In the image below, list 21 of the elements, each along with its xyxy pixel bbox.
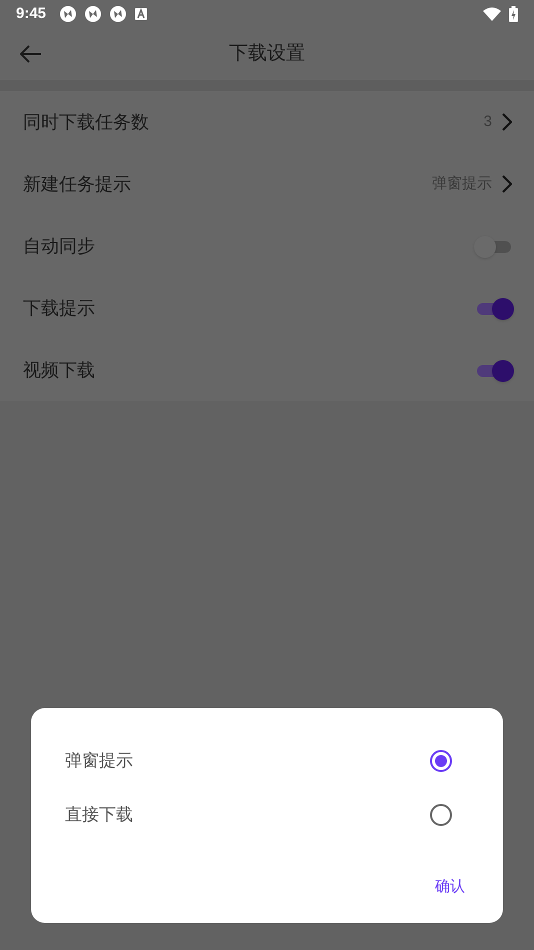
page-title: 下载设置 (229, 42, 305, 66)
radio-option[interactable]: 直接下载 (31, 788, 503, 842)
chevron-right-icon[interactable] (502, 113, 512, 131)
radio-icon[interactable] (430, 750, 452, 772)
radio-icon[interactable] (430, 804, 452, 826)
setting-label: 新建任务提示 (23, 172, 131, 196)
back-arrow-icon[interactable] (20, 45, 42, 63)
app-notification-icon (85, 6, 102, 22)
confirm-button[interactable]: 确认 (435, 876, 465, 898)
radio-option[interactable]: 弹窗提示 (31, 734, 503, 788)
battery-charging-icon (509, 6, 518, 22)
wifi-icon (483, 7, 501, 21)
app-notification-icon (110, 6, 126, 22)
setting-label: 视频下载 (23, 358, 95, 382)
setting-label: 下载提示 (23, 296, 95, 320)
chevron-right-icon[interactable] (502, 175, 512, 193)
status-time: 9:45 (16, 4, 46, 24)
setting-label: 自动同步 (23, 234, 95, 258)
setting-label: 同时下载任务数 (23, 110, 149, 134)
app-notification-icon (60, 6, 76, 22)
keyboard-notification-icon (135, 8, 148, 20)
